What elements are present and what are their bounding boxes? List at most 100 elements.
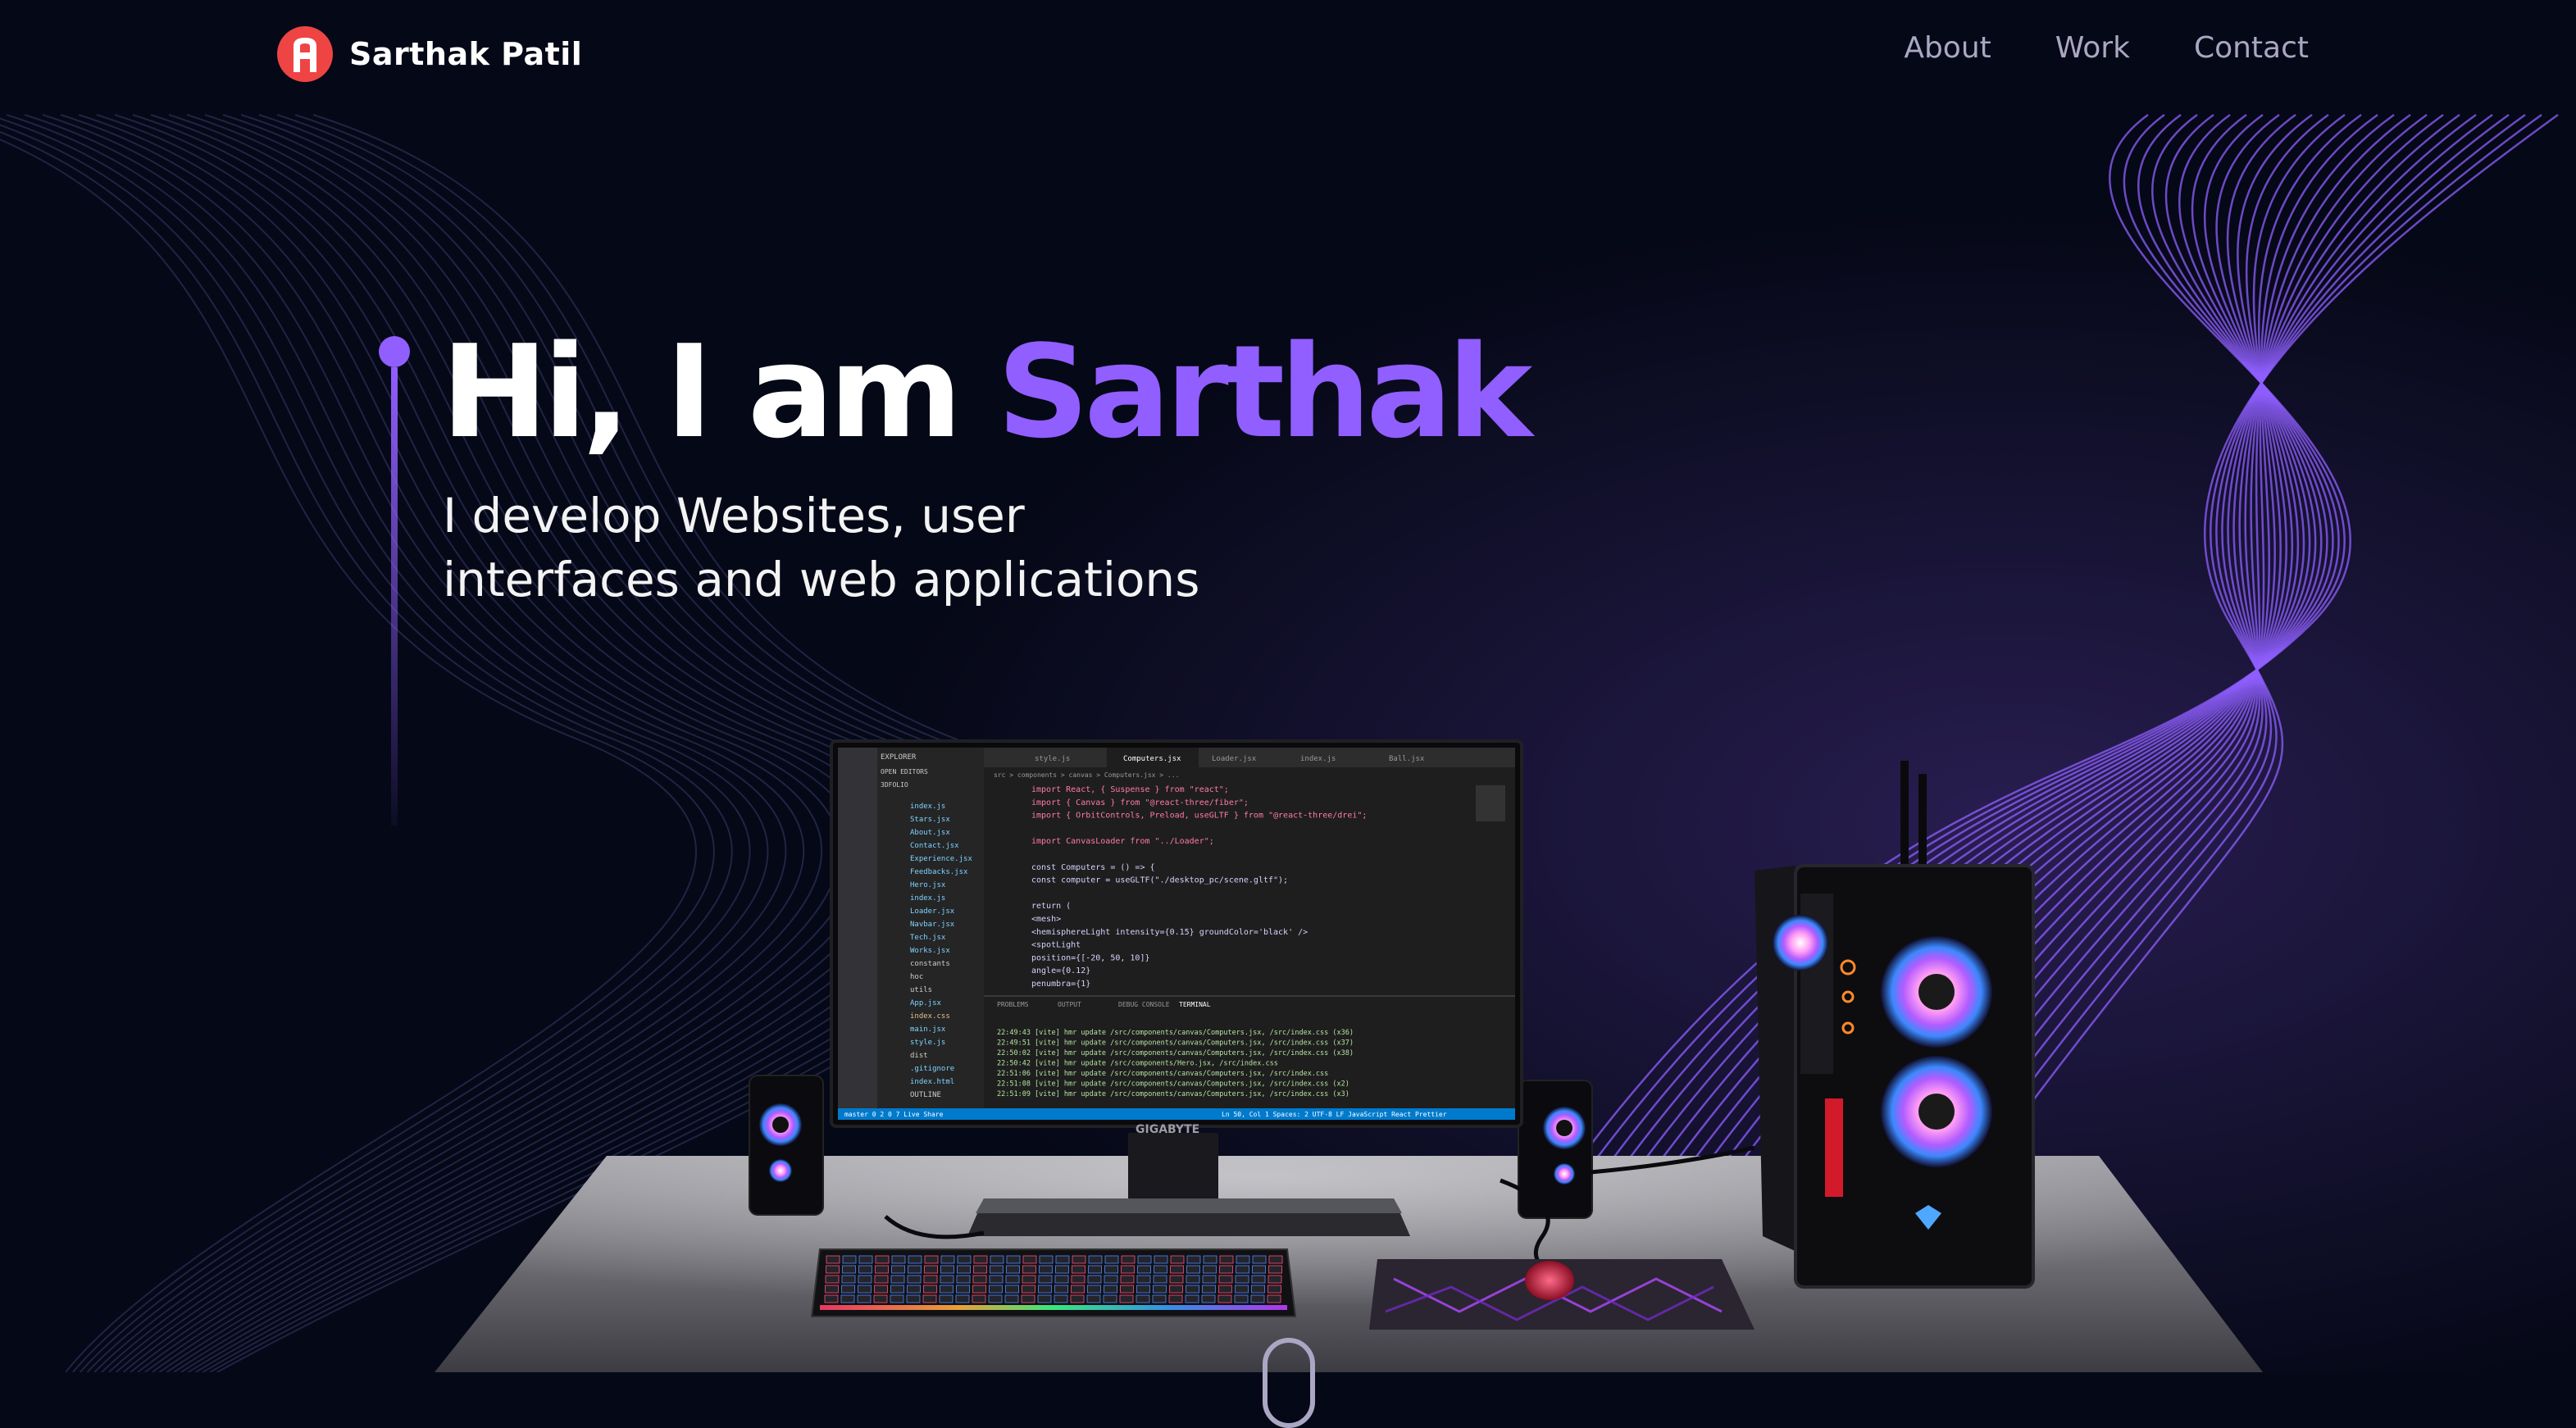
keyboard-key [955,1294,970,1303]
keyboard-key [1039,1255,1054,1264]
editor-tab: Computers.jsx [1123,755,1181,763]
keyboard-key [858,1265,872,1274]
keyboard-key [1021,1294,1035,1303]
keyboard-key [1236,1265,1249,1274]
keyboard-key [890,1275,905,1284]
terminal-line: 22:50:42 [vite] hmr update /src/componen… [997,1060,1278,1068]
keyboard-key [939,1294,953,1303]
explorer-file-item: Experience.jsx [910,855,972,863]
keyboard-key [1022,1285,1035,1294]
navbar: Sarthak Patil About Work Contact [0,0,2576,108]
code-line: import CanvasLoader from "../Loader"; [1031,837,1214,846]
keyboard-key [1169,1275,1184,1284]
keyboard-key [1104,1255,1119,1264]
keyboard-key [841,1285,855,1294]
keyboard-key [1022,1255,1037,1264]
terminal-line: 22:51:09 [vite] hmr update /src/componen… [997,1090,1349,1098]
explorer-file-item: index.js [910,803,945,811]
terminal-line: 22:50:02 [vite] hmr update /src/componen… [997,1049,1354,1057]
nav-link-work[interactable]: Work [2055,31,2130,65]
keyboard-key [1152,1294,1167,1303]
explorer-file-item: Tech.jsx [910,934,946,942]
code-line: <mesh> [1031,915,1061,924]
explorer-file-item: Stars.jsx [910,816,950,824]
scroll-down-indicator[interactable] [1263,1338,1315,1428]
keyboard-key [890,1294,904,1303]
explorer-file-item: OUTLINE [910,1091,941,1099]
status-bar-right: Ln 50, Col 1 Spaces: 2 UTF-8 LF JavaScri… [1222,1111,1447,1118]
keyboard-key [907,1285,921,1294]
keyboard-key [1251,1285,1265,1294]
code-line: return ( [1031,902,1071,911]
keyboard-key [1055,1255,1070,1264]
keyboard-key [875,1255,890,1264]
hero-greeting: Hi, I am [441,317,998,466]
explorer-file-item: About.jsx [910,829,950,837]
keyboard-key [842,1265,856,1274]
keyboard-key [1203,1265,1217,1274]
code-line: position={[-20, 50, 10]} [1031,953,1150,962]
explorer-file-item: index.css [910,1012,950,1021]
keyboard-key [857,1294,872,1303]
explorer-file-item: Navbar.jsx [910,921,955,929]
terminal-line: 22:51:06 [vite] hmr update /src/componen… [997,1070,1328,1078]
panel-tab: DEBUG CONSOLE [1118,1001,1170,1008]
keyboard-key [841,1275,856,1284]
hero-subtitle-line2: interfaces and web applications [443,552,1200,607]
keyboard-key [908,1265,922,1274]
keyboard-key [906,1294,921,1303]
brand-link[interactable]: Sarthak Patil [277,26,582,82]
keyboard-key [1087,1275,1102,1284]
keyboard-key [1070,1294,1085,1303]
keyboard-key [825,1285,839,1294]
keyboard-key [826,1255,840,1264]
keyboard-key [923,1275,938,1284]
terminal-line: 22:51:08 [vite] hmr update /src/componen… [997,1080,1349,1089]
keyboard-key [1268,1265,1282,1274]
keyboard-key [1219,1255,1234,1264]
keyboard-key [988,1294,1003,1303]
panel-tab: OUTPUT [1058,1001,1081,1008]
explorer-file-item: hoc [910,973,923,981]
keyboard-key [842,1255,857,1264]
pc-tower [1755,761,2035,1289]
keyboard-key [874,1285,888,1294]
panel-tab: TERMINAL [1179,1001,1211,1008]
keyboard-key [907,1275,922,1284]
explorer-file-item: main.jsx [910,1026,946,1034]
keyboard-key [972,1285,986,1294]
keyboard-key [1186,1265,1200,1274]
keyboard-key [1038,1275,1053,1284]
keyboard-key [891,1255,906,1264]
keyboard-key [989,1285,1003,1294]
keyboard-key [1121,1265,1135,1274]
keyboard-key [1121,1255,1136,1264]
keyboard-key [1267,1294,1281,1303]
keyboard-key [1071,1285,1085,1294]
keyboard-key [1235,1285,1249,1294]
open-editors-label: OPEN EDITORS [881,768,928,775]
keyboard-key [940,1255,955,1264]
explorer-file-item: constants [910,960,950,968]
code-line: <hemisphereLight intensity={0.15} ground… [1031,928,1308,937]
explorer-file-item: Feedbacks.jsx [910,868,968,876]
keyboard-key [1022,1265,1036,1274]
code-line: <spotLight [1031,941,1081,950]
keyboard-key [1104,1285,1117,1294]
keyboard-key [1136,1275,1151,1284]
nav-link-about[interactable]: About [1904,31,1991,65]
letter-a-logo-icon [277,26,333,82]
explorer-file-item: .gitignore [910,1065,954,1073]
keyboard-key [1169,1285,1183,1294]
keyboard-key [956,1275,971,1284]
keyboard-key [1136,1285,1150,1294]
keyboard-key [1268,1255,1283,1264]
keyboard-key [1087,1285,1101,1294]
explorer-file-item: index.js [910,894,945,903]
nav-link-contact[interactable]: Contact [2194,31,2309,65]
explorer-file-item: Works.jsx [910,947,950,955]
status-bar-left: master 0 2 0 7 Live Share [844,1111,944,1118]
keyboard-key [1219,1265,1233,1274]
editor-tab: Loader.jsx [1212,755,1257,763]
code-line: const computer = useGLTF("./desktop_pc/s… [1031,876,1288,885]
